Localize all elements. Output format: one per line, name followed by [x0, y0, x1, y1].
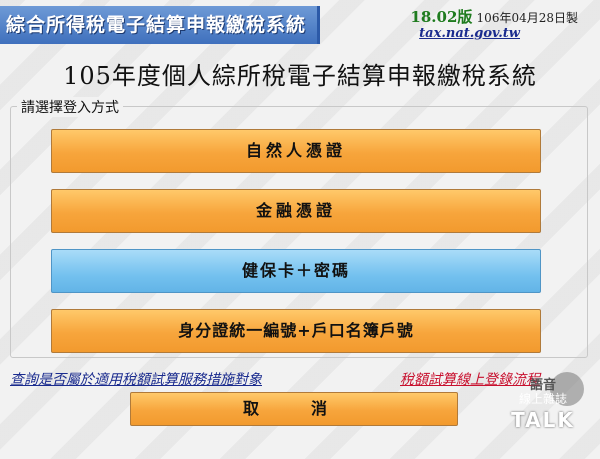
eligibility-query-link[interactable]: 查詢是否屬於適用稅額試算服務措施對象 — [10, 369, 262, 389]
cancel-button[interactable]: 取 消 — [130, 392, 458, 426]
watermark-line2: 線上雜誌 — [518, 392, 567, 406]
app-title-banner: 綜合所得稅電子結算申報繳稅系統 — [0, 6, 320, 44]
site-link[interactable]: tax.nat.gov.tw — [419, 26, 520, 41]
talk-magazine-watermark: 語音 線上雜誌 TALK — [500, 372, 586, 442]
version-number: 18.02版 — [410, 8, 473, 26]
login-method-group: 請選擇登入方式 自然人憑證 金融憑證 健保卡＋密碼 身分證統一編號+戶口名簿戶號 — [10, 97, 588, 358]
version-info: 18.02版 106年04月28日製 — [410, 6, 578, 27]
header: 綜合所得稅電子結算申報繳稅系統 18.02版 106年04月28日製 tax.n… — [0, 0, 600, 48]
id-household-number-button[interactable]: 身分證統一編號+戶口名簿戶號 — [51, 309, 541, 353]
page-title: 105年度個人綜所稅電子結算申報繳稅系統 — [63, 62, 537, 90]
login-method-legend: 請選擇登入方式 — [17, 97, 123, 117]
citizen-certificate-button[interactable]: 自然人憑證 — [51, 129, 541, 173]
financial-certificate-button[interactable]: 金融憑證 — [51, 189, 541, 233]
nhi-card-password-button[interactable]: 健保卡＋密碼 — [51, 249, 541, 293]
watermark-line3: TALK — [511, 408, 575, 432]
build-date: 106年04月28日製 — [476, 11, 578, 25]
